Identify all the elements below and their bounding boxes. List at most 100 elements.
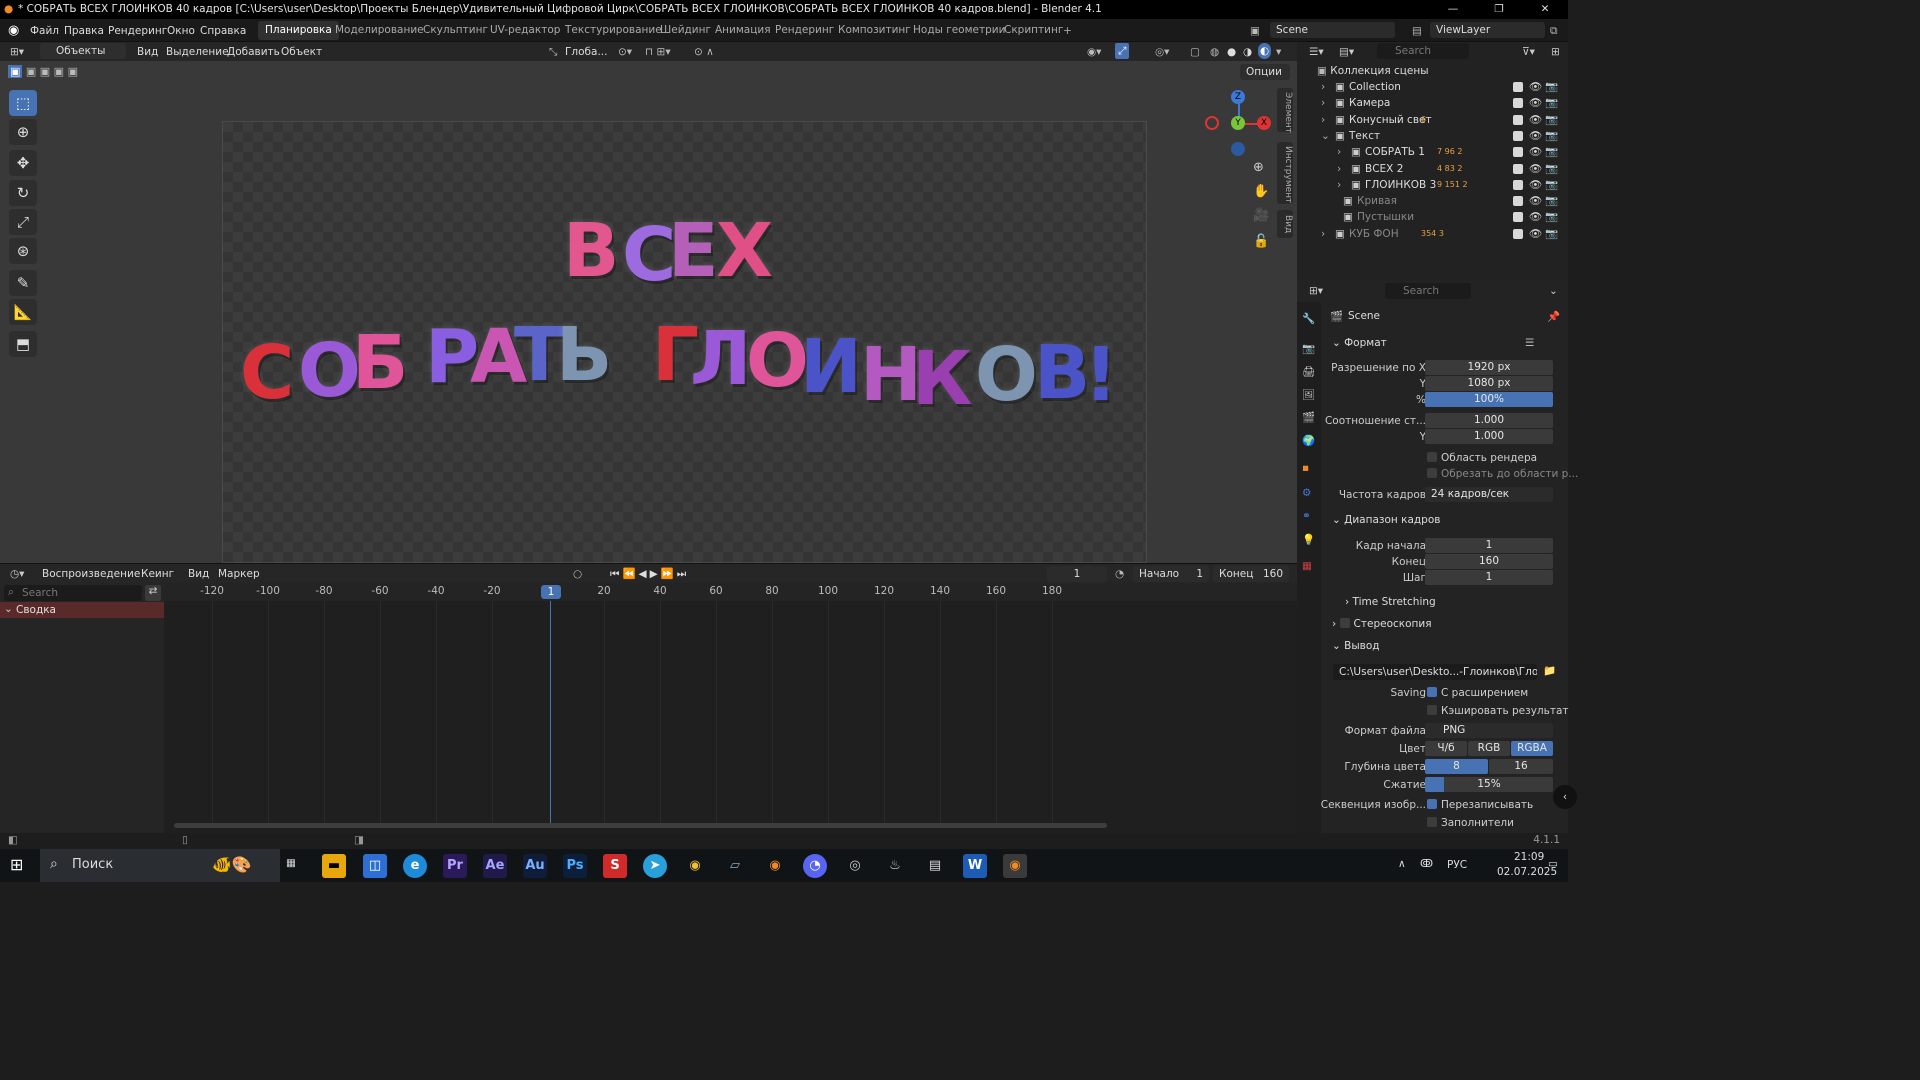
menu-help[interactable]: Справка — [200, 23, 246, 39]
expand-chevron-icon[interactable]: › — [1321, 95, 1325, 111]
tray-chevron-icon[interactable]: ∧ — [1398, 858, 1406, 870]
word-icon[interactable]: W — [963, 854, 987, 878]
select-tool-icon[interactable]: ⬚ — [9, 90, 37, 116]
keying-menu[interactable]: Кеинг — [141, 566, 174, 582]
marker-menu[interactable]: Маркер — [218, 566, 260, 582]
playhead-handle[interactable]: 1 — [541, 585, 561, 599]
eye-icon[interactable]: 👁 — [1529, 161, 1542, 177]
camera-render-icon[interactable]: 📷 — [1545, 144, 1558, 160]
task-view-icon[interactable]: ▦ — [286, 857, 296, 869]
expand-chevron-icon[interactable]: › — [1337, 144, 1341, 160]
maximize-button[interactable]: ❐ — [1476, 0, 1522, 19]
options-dropdown[interactable]: Опции — [1240, 64, 1290, 80]
include-checkbox[interactable] — [1513, 82, 1523, 92]
outliner-type-icon[interactable]: ☰▾ — [1309, 44, 1324, 60]
add-cube-tool-icon[interactable]: ⬒ — [9, 331, 37, 357]
outliner-item[interactable]: › ▣ Камера 👁 📷 — [1297, 95, 1568, 111]
tab-uv-editor[interactable]: UV-редактор — [483, 21, 567, 40]
visibility-icon[interactable]: ◉▾ — [1087, 44, 1101, 60]
filter-swap-icon[interactable]: ⇄ — [145, 585, 161, 601]
camera-render-icon[interactable]: 📷 — [1545, 112, 1558, 128]
gizmo-y[interactable]: Y — [1231, 116, 1245, 130]
app-window-icon[interactable]: ▤ — [923, 854, 947, 878]
clock-time[interactable]: 21:09 — [1514, 851, 1544, 863]
rotate-tool-icon[interactable]: ↻ — [9, 180, 37, 206]
viewlayer-add-icon[interactable]: ⧉ — [1550, 23, 1558, 39]
summary-channel[interactable]: Сводка — [0, 602, 164, 618]
lock-icon[interactable]: 🔓 — [1253, 234, 1269, 249]
viewlayer-selector[interactable]: ViewLayer — [1430, 22, 1545, 38]
properties-menu-icon[interactable]: ⌄ — [1549, 283, 1558, 299]
pivot-icon[interactable]: ⊙▾ — [618, 44, 632, 60]
shading-options-icon[interactable]: ▾ — [1276, 44, 1281, 60]
placeholders-checkbox[interactable]: Заполнители — [1427, 815, 1514, 831]
annotate-tool-icon[interactable]: ✎ — [9, 270, 37, 296]
include-checkbox[interactable] — [1513, 114, 1523, 125]
include-checkbox[interactable] — [1513, 98, 1523, 109]
playback-menu[interactable]: Воспроизведение — [42, 566, 140, 582]
eye-icon[interactable]: 👁 — [1529, 144, 1542, 160]
expand-chevron-icon[interactable]: › — [1337, 177, 1341, 193]
tab-compositing[interactable]: Композитинг — [831, 21, 918, 40]
cursor-tool-icon[interactable]: ⊕ — [9, 119, 37, 145]
camera-render-icon[interactable]: 📷 — [1545, 79, 1558, 95]
chevron-down-icon[interactable]: ⌄ — [4, 603, 13, 615]
filter-icon[interactable]: ⊽▾ — [1522, 44, 1535, 60]
solid-shading-icon[interactable]: ● — [1227, 44, 1236, 60]
sidebar-tab-item[interactable]: Элемент — [1277, 88, 1293, 133]
timeline-area[interactable]: -120-100-80-60-40-2012040608010012014016… — [164, 583, 1297, 833]
res-pct-field[interactable]: 100% — [1425, 392, 1553, 407]
color-rgba-button[interactable]: RGBA — [1511, 741, 1553, 756]
eye-icon[interactable]: 👁 — [1529, 226, 1542, 242]
folder-icon[interactable]: 📁 — [1543, 664, 1556, 677]
orientation-selector[interactable]: Глоба... — [565, 44, 607, 60]
object-tab-icon[interactable]: ▪ — [1302, 462, 1309, 474]
transform-tool-icon[interactable]: ⊛ — [9, 238, 37, 264]
sidebar-tab-tool[interactable]: Инструмент — [1277, 142, 1293, 204]
editor-type-icon[interactable]: ⊞▾ — [10, 44, 24, 60]
gizmo-toggle-icon[interactable]: ⤢ — [1115, 43, 1130, 59]
depth-8-button[interactable]: 8 — [1425, 759, 1488, 774]
frame-step-field[interactable]: 1 — [1425, 570, 1553, 585]
include-checkbox[interactable] — [1513, 228, 1523, 239]
language-indicator[interactable]: РУС — [1447, 859, 1467, 871]
tray-app-icon[interactable]: ↂ — [1420, 858, 1433, 870]
camera-render-icon[interactable]: 📷 — [1545, 177, 1558, 193]
eye-icon[interactable]: 👁 — [1529, 95, 1542, 111]
aspect-y-field[interactable]: 1.000 — [1425, 429, 1553, 444]
outliner-item[interactable]: › ▣ СОБРАТЬ 1 7 96 2 👁 📷 — [1297, 144, 1568, 160]
proportional-edit-icon[interactable]: ⊙ ∧ — [694, 44, 714, 60]
minimize-button[interactable]: — — [1430, 0, 1476, 19]
menu-render[interactable]: Рендеринг — [108, 23, 167, 39]
res-x-field[interactable]: 1920 px — [1425, 360, 1553, 375]
time-stretching-panel[interactable]: › Time Stretching — [1345, 596, 1436, 608]
discord-icon[interactable]: ◔ — [803, 854, 827, 878]
blender-app-icon[interactable]: ◉ — [763, 854, 787, 878]
scene-selector[interactable]: Scene — [1270, 22, 1395, 38]
chrome-icon[interactable]: ◉ — [683, 854, 707, 878]
overwrite-checkbox[interactable]: Перезаписывать — [1427, 797, 1533, 813]
render-tab-icon[interactable]: 📷 — [1302, 342, 1315, 355]
zoom-icon[interactable]: ⊕ — [1253, 160, 1264, 175]
edge-icon[interactable]: e — [403, 854, 427, 878]
timeline-scrollbar[interactable] — [174, 823, 1107, 828]
color-rgb-button[interactable]: RGB — [1468, 741, 1510, 756]
pin-icon[interactable]: 📌 — [1547, 310, 1560, 323]
eye-icon[interactable]: 👁 — [1529, 177, 1542, 193]
menu-view[interactable]: Вид — [137, 44, 158, 60]
end-frame-field[interactable]: Конец 160 — [1213, 566, 1289, 582]
gizmo-neg-x[interactable] — [1205, 116, 1219, 130]
camera-render-icon[interactable]: 📷 — [1545, 209, 1558, 225]
res-y-field[interactable]: 1080 px — [1425, 376, 1553, 391]
properties-search-input[interactable]: Search — [1385, 283, 1471, 299]
camera-render-icon[interactable]: 📷 — [1545, 128, 1558, 144]
properties-type-icon[interactable]: ⊞▾ — [1309, 283, 1323, 299]
timeline-editor-icon[interactable]: ◷▾ — [10, 566, 24, 582]
outliner-item[interactable]: ▣ Кривая 👁 📷 — [1297, 193, 1568, 209]
material-shading-icon[interactable]: ◑ — [1243, 44, 1252, 60]
store-icon[interactable]: ◫ — [363, 854, 387, 878]
expand-chevron-icon[interactable]: ⌄ — [1321, 128, 1330, 144]
menu-window[interactable]: Окно — [167, 23, 195, 39]
after-effects-icon[interactable]: Ae — [483, 854, 507, 878]
menu-select[interactable]: Выделение — [166, 44, 229, 60]
